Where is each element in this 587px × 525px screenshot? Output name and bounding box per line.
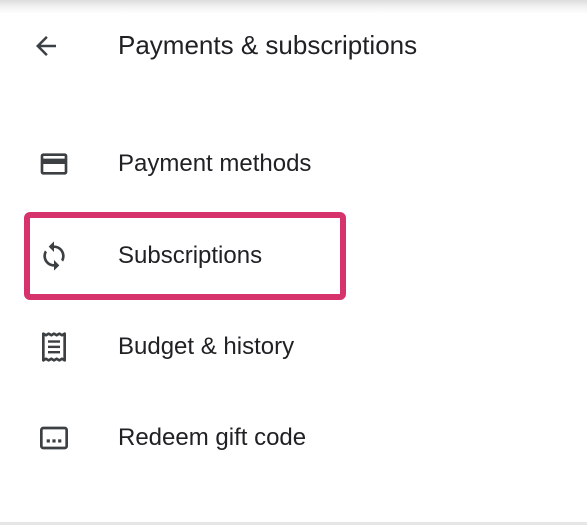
- arrow-back-icon: [36, 36, 56, 56]
- menu-item-redeem-gift-code[interactable]: Redeem gift code: [0, 406, 587, 470]
- menu-item-label: Budget & history: [118, 333, 295, 360]
- back-button[interactable]: [26, 26, 66, 66]
- app-header: Payments & subscriptions: [0, 0, 587, 90]
- gift-code-icon: [36, 420, 72, 456]
- menu-item-budget-history[interactable]: Budget & history: [0, 315, 587, 379]
- menu-item-label: Payment methods: [118, 150, 312, 177]
- credit-card-icon: [36, 146, 72, 182]
- page-title: Payments & subscriptions: [118, 30, 418, 60]
- menu-item-payment-methods[interactable]: Payment methods: [0, 132, 587, 196]
- menu-item-label: Redeem gift code: [118, 424, 307, 451]
- highlight-box: [24, 212, 346, 300]
- receipt-icon: [36, 329, 72, 365]
